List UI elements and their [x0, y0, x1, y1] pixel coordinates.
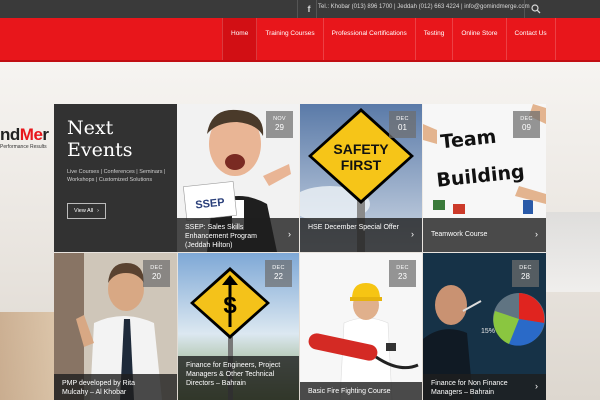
- date-badge: DEC 01: [389, 111, 416, 138]
- divider: [316, 0, 317, 18]
- main-nav: Home Training Courses Professional Certi…: [0, 18, 600, 60]
- next-events-panel: Next Events Live Courses | Conferences |…: [54, 104, 177, 252]
- nav-item-professional-certifications[interactable]: Professional Certifications: [324, 18, 416, 60]
- nav-item-testing[interactable]: Testing: [416, 18, 454, 60]
- facebook-icon[interactable]: f: [304, 3, 314, 15]
- event-tile-ssep[interactable]: SSEP NOV 29 SSEP: Sales Skills Enhancemen…: [177, 104, 299, 252]
- desk-image: [0, 312, 60, 400]
- arrow-right-icon: ›: [97, 208, 100, 214]
- events-title: Next Events: [67, 117, 133, 161]
- date-badge: DEC 22: [265, 260, 292, 287]
- chevron-right-icon: ›: [411, 229, 414, 239]
- chevron-right-icon: ›: [535, 381, 538, 391]
- date-badge: DEC 28: [512, 260, 539, 287]
- background-logo: ndMer Performance Results: [0, 125, 49, 150]
- laptop-image: [540, 212, 600, 292]
- svg-text:FIRST: FIRST: [341, 157, 382, 173]
- event-tile-finance-non-finance[interactable]: 15% DEC 28 Finance for Non Finance Manage…: [423, 253, 546, 400]
- chevron-right-icon: ›: [288, 229, 291, 239]
- svg-text:15%: 15%: [481, 328, 495, 335]
- event-caption: SSEP: Sales Skills Enhancement Program (…: [177, 218, 299, 252]
- event-caption: Teamwork Course ›: [423, 218, 546, 252]
- chevron-right-icon: ›: [535, 229, 538, 239]
- event-tile-teamwork[interactable]: Team Building DEC 09 Teamwork Course ›: [423, 104, 546, 252]
- top-contact-bar: f Tel.: Khobar (013) 896 1700 | Jeddah (…: [0, 0, 600, 18]
- event-tile-fire-fighting[interactable]: DEC 23 Basic Fire Fighting Course: [300, 253, 422, 400]
- events-description: Live Courses | Conferences | Seminars | …: [67, 169, 166, 183]
- event-caption: Finance for Engineers, Project Managers …: [178, 356, 299, 400]
- contact-info: Tel.: Khobar (013) 896 1700 | Jeddah (01…: [318, 4, 530, 10]
- nav-item-online-store[interactable]: Online Store: [453, 18, 507, 60]
- event-caption: Basic Fire Fighting Course: [300, 382, 422, 400]
- date-badge: NOV 29: [266, 111, 293, 138]
- event-caption: Finance for Non Finance Managers – Bahra…: [423, 374, 546, 400]
- view-all-button[interactable]: View All ›: [67, 203, 107, 219]
- date-badge: DEC 09: [513, 111, 540, 138]
- nav-item-training-courses[interactable]: Training Courses: [257, 18, 324, 60]
- nav-item-home[interactable]: Home: [222, 18, 258, 60]
- event-caption: HSE December Special Offer ›: [300, 218, 422, 252]
- divider: [297, 0, 298, 18]
- svg-text:$: $: [223, 292, 237, 319]
- date-badge: DEC 20: [143, 260, 170, 287]
- event-tile-hse[interactable]: SAFETY FIRST DEC 01 HSE December Special …: [300, 104, 422, 252]
- event-tile-finance-engineers[interactable]: $ DEC 22 Finance for Engineers, Project M…: [178, 253, 299, 400]
- svg-text:SAFETY: SAFETY: [333, 141, 389, 157]
- nav-item-contact-us[interactable]: Contact Us: [507, 18, 556, 60]
- event-tile-pmp[interactable]: DEC 20 PMP developed by Rita Mulcahy – Al…: [54, 253, 177, 400]
- date-badge: DEC 23: [389, 260, 416, 287]
- event-caption: PMP developed by Rita Mulcahy – Al Khoba…: [54, 374, 177, 400]
- divider: [524, 0, 525, 18]
- search-icon[interactable]: [530, 3, 542, 15]
